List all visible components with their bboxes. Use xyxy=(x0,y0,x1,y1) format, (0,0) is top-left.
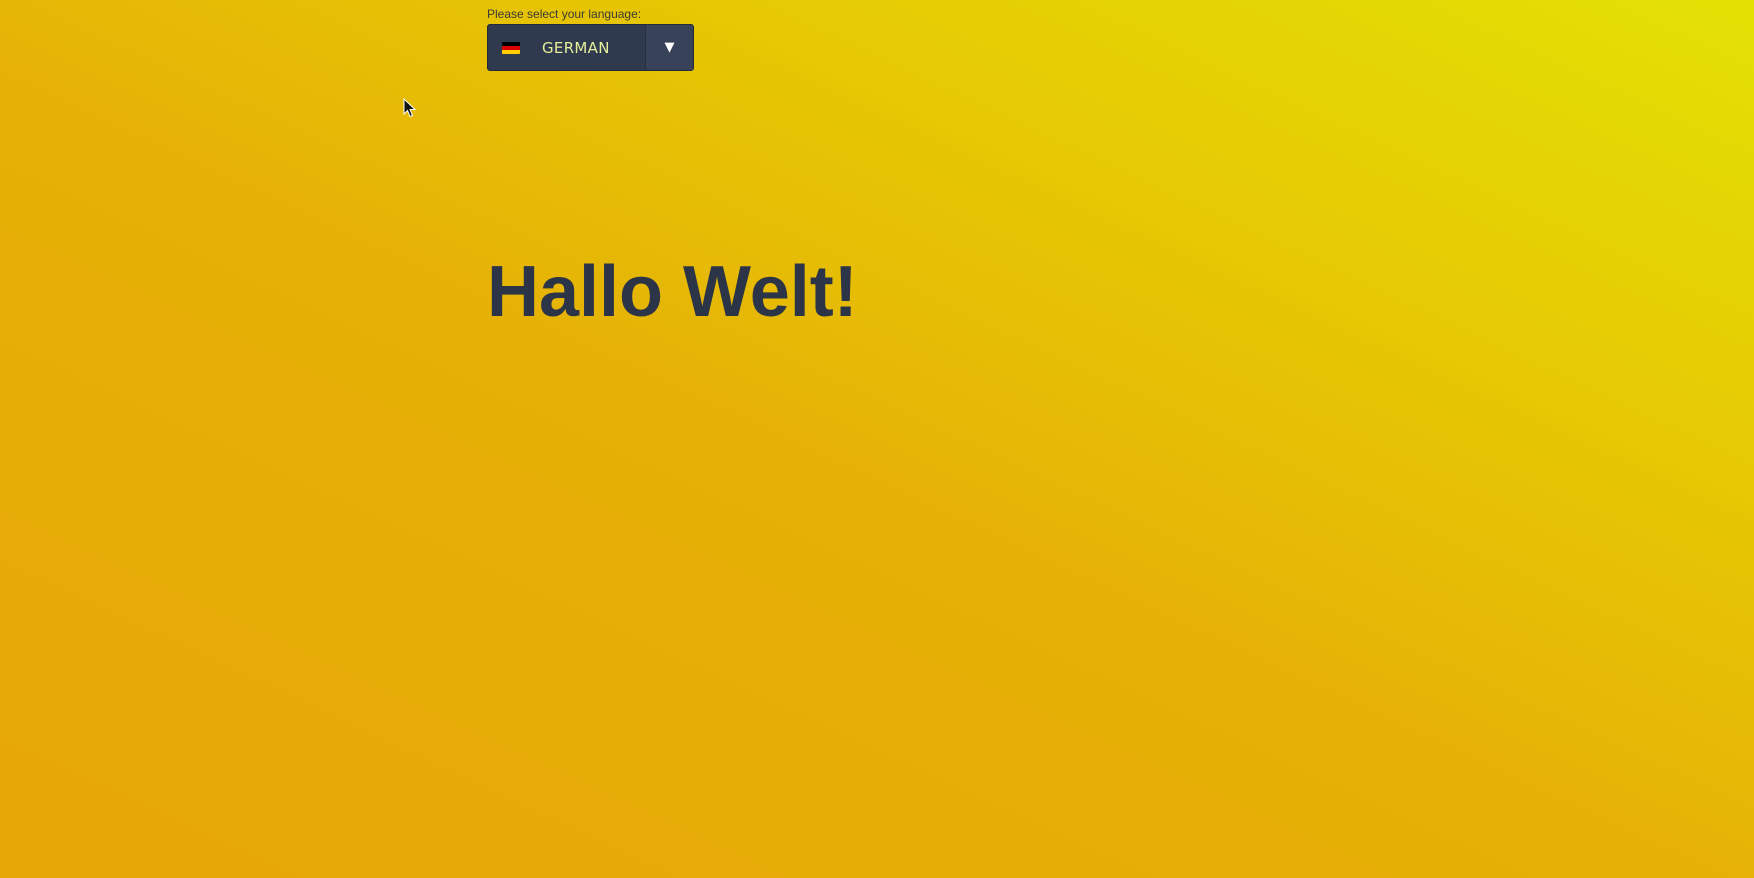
selected-language: GERMAN xyxy=(542,38,610,57)
triangle-down-icon: ▼ xyxy=(664,40,675,55)
language-select-value-area[interactable]: GERMAN xyxy=(488,25,645,70)
page-heading: Hallo Welt! xyxy=(487,252,858,332)
language-label: Please select your language: xyxy=(487,7,642,21)
dropdown-toggle-button[interactable]: ▼ xyxy=(645,25,693,70)
language-select[interactable]: GERMAN ▼ xyxy=(487,24,694,71)
flag-stripe-gold xyxy=(502,49,520,54)
mouse-cursor-icon xyxy=(403,98,417,118)
germany-flag-icon xyxy=(502,41,520,54)
